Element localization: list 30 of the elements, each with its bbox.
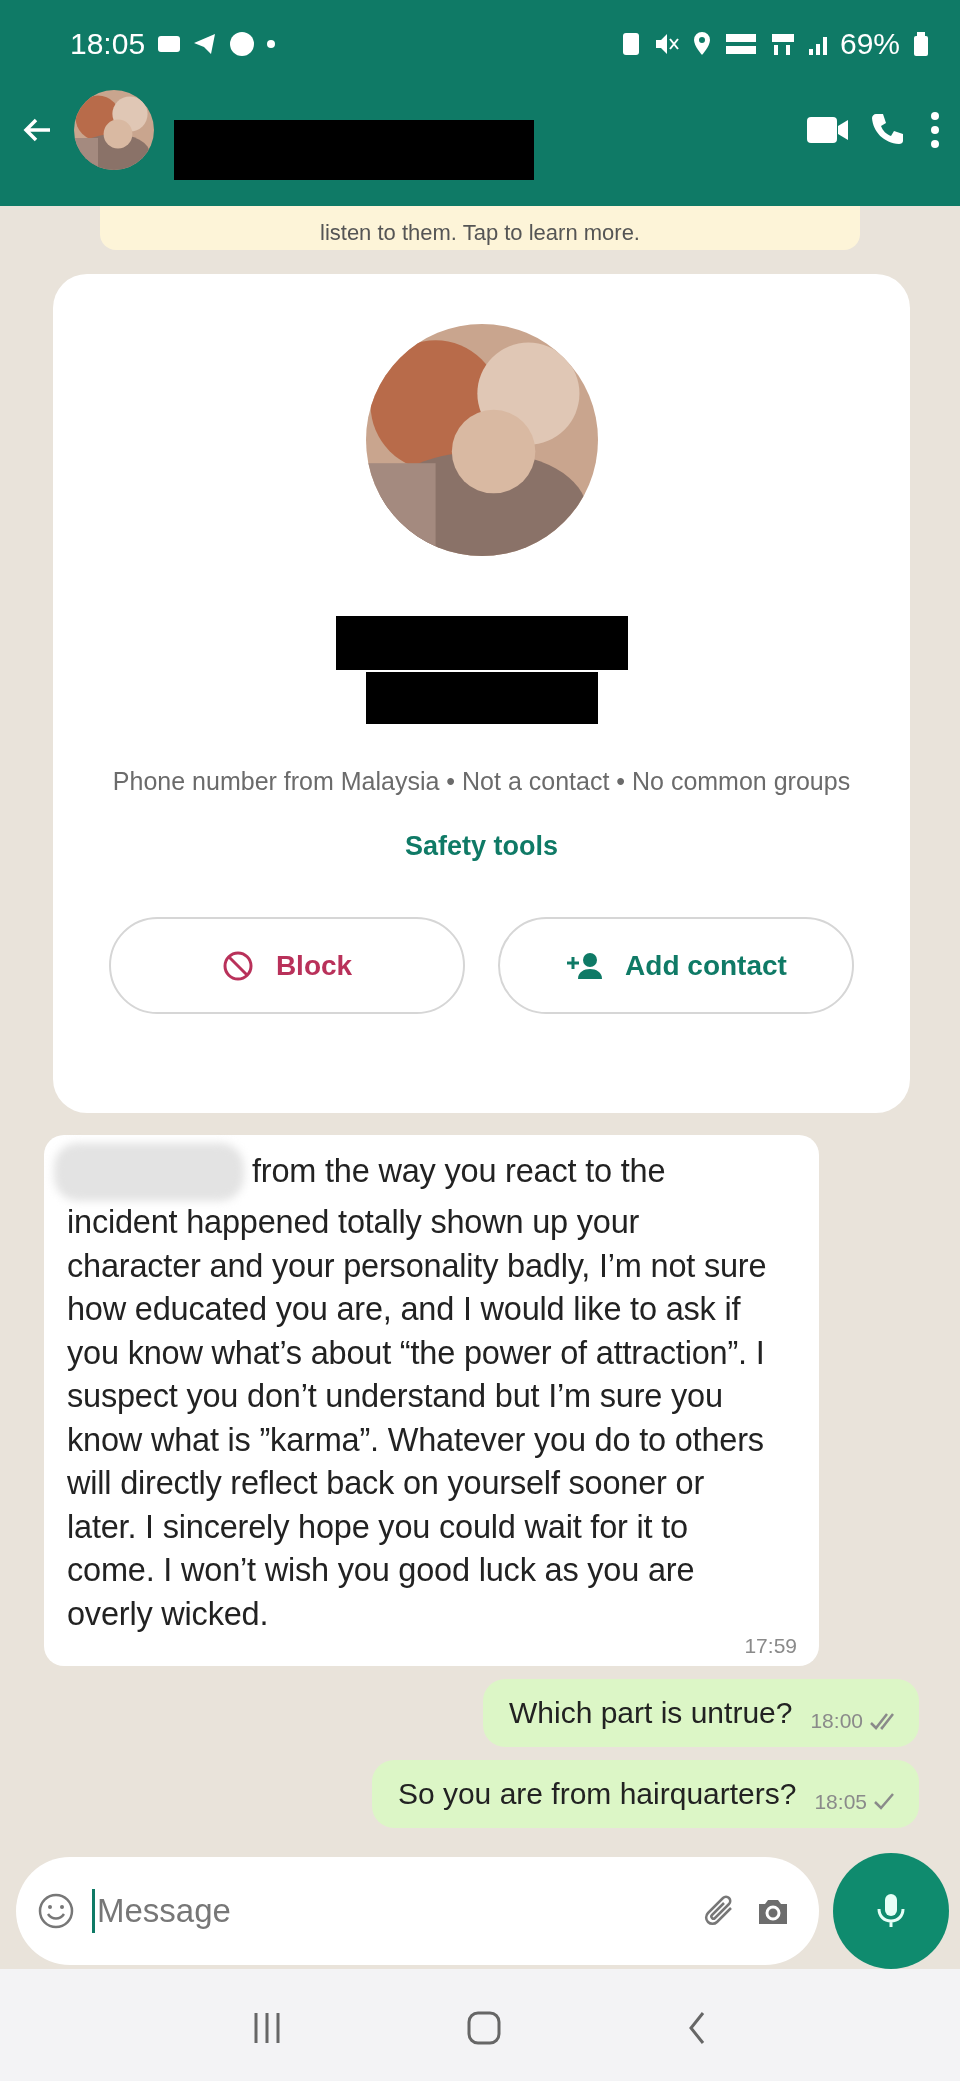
text-cursor [92,1889,95,1933]
dot-icon [267,40,276,48]
battery-level: 69% [839,27,900,61]
banner-text: listen to them. Tap to learn more. [320,220,640,246]
location-icon [691,31,712,57]
emoji-icon[interactable] [38,1893,74,1929]
message-field[interactable]: Message [97,1886,685,1936]
message-text: incident happened totally shown up your character and your personality badly, I’m not sure how educated you are, and I would like to ask if you know what’s about “the power of attraction”. I suspect you don’t understand but I’m sure you know what is ”karma”. Whatever you do to others will directly reflect back on yourself sooner or later. I sincerely hope you could wait for it to come. I won’t wish you good luck as you are overly wicked. [67,1203,768,1634]
contact-details: Phone number from Malaysia • Not a contact • No common groups [111,766,852,797]
message-time: 17:59 [744,1634,797,1658]
status-time: 18:05 [70,27,146,61]
message-text: Which part is untrue? [508,1695,793,1731]
safety-tools-link[interactable]: Safety tools [404,829,558,863]
home-icon[interactable] [466,2010,502,2046]
message-input-bar[interactable]: Message [16,1857,819,1965]
add-contact-button[interactable]: Add contact [498,917,854,1014]
message-time: 18:00 [810,1709,863,1733]
recent-apps-icon[interactable] [252,2011,281,2045]
more-icon[interactable] [930,111,940,149]
info-banner[interactable]: listen to them. Tap to learn more. [100,206,860,250]
network-icon [723,31,758,57]
battery-icon [912,31,930,57]
block-button[interactable]: Block [109,917,465,1014]
message-text: So you are from hairquarters? [397,1776,797,1812]
paper-plane-icon [193,32,218,56]
add-person-icon [565,950,604,981]
block-icon [221,949,254,982]
microphone-icon [875,1893,907,1929]
message-text: from the way you react to the [252,1152,666,1192]
message-time: 18:05 [814,1790,867,1814]
